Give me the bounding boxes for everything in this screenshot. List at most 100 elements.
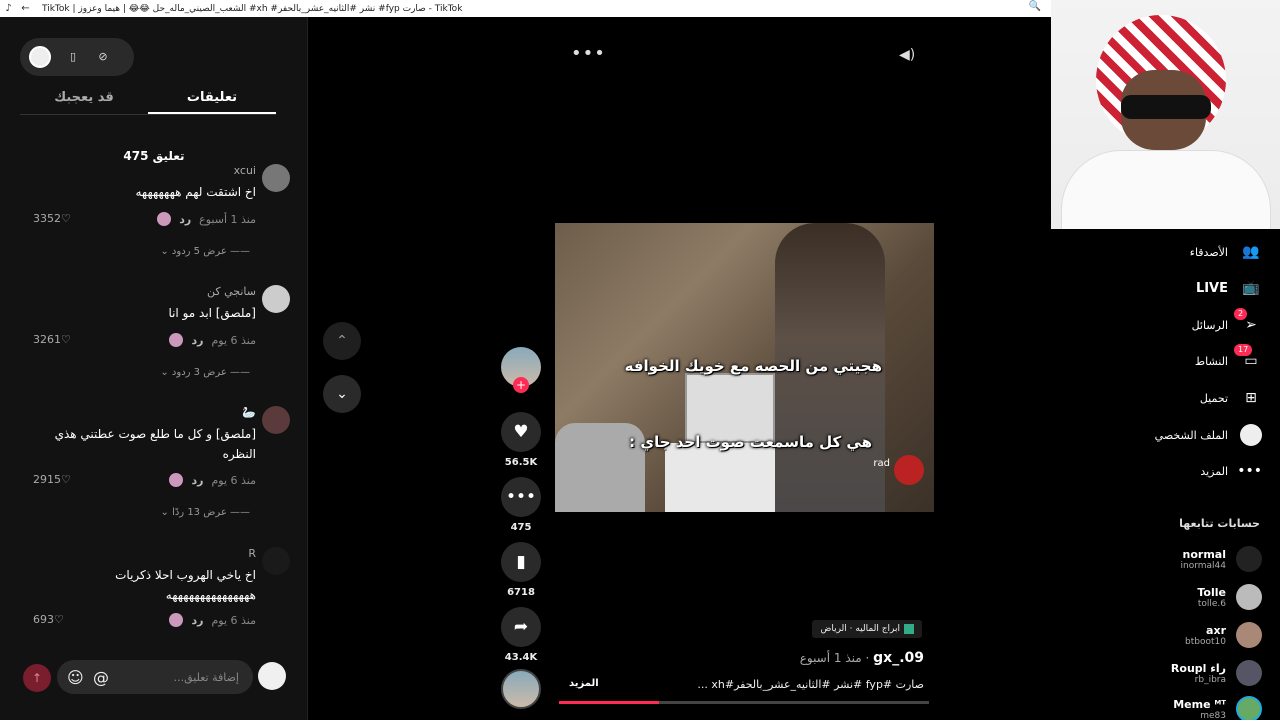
like-action[interactable]: ♥ 56.5K <box>500 412 542 468</box>
like-count[interactable]: 3352♡ <box>33 212 71 225</box>
previous-video-button[interactable]: ⌃ <box>323 322 361 360</box>
save-action[interactable]: ▮ 6718 <box>500 542 542 598</box>
location-tag[interactable]: ابراج الماليه · الرياض <box>812 620 922 638</box>
avatar[interactable] <box>262 406 290 434</box>
avatar[interactable] <box>262 285 290 313</box>
reply-button[interactable]: رد <box>191 334 203 347</box>
author-line: gx_.09 · منذ 1 أسبوع <box>800 647 924 666</box>
heart-outline-icon[interactable]: ♡ <box>61 333 71 346</box>
tiktok-logo-icon: ♪ <box>5 3 12 14</box>
sidebar-item-messages[interactable]: ➢ 2 الرسائل <box>1192 308 1262 338</box>
next-video-button[interactable]: ⌄ <box>323 375 361 413</box>
save-count: 6718 <box>507 587 535 598</box>
sidebar-item-label: المزيد <box>1200 464 1228 478</box>
comment-likes: 2915 <box>33 473 61 486</box>
sidebar-item-label: الملف الشخصي <box>1154 428 1228 442</box>
volume-icon[interactable]: ◀) <box>899 47 915 63</box>
follow-plus-icon[interactable]: + <box>513 377 529 393</box>
account-handle: btboot10 <box>1185 636 1226 647</box>
like-count[interactable]: 2915♡ <box>33 473 71 486</box>
author-username[interactable]: gx_.09 <box>873 650 924 666</box>
comment-username[interactable]: 🦢 <box>242 406 256 419</box>
heart-outline-icon[interactable]: ♡ <box>61 473 71 486</box>
page-title: TikTok | الشعب_الصيني_ماله_حل 😂😂 | هيما … <box>42 3 462 14</box>
bookmark-icon[interactable]: ▮ <box>501 542 541 582</box>
like-count[interactable]: 3261♡ <box>33 333 71 346</box>
zoom-icon[interactable]: 🔍 <box>1029 1 1041 12</box>
account-name: Tolle <box>1197 585 1226 599</box>
video-progress-bar[interactable] <box>559 701 929 704</box>
comment-item: R اخ ياخي الهروب احلا ذكريات ههههههههههه… <box>20 547 290 637</box>
tab-comments[interactable]: تعليقات <box>148 85 276 114</box>
reply-button[interactable]: رد <box>191 614 203 627</box>
heart-outline-icon[interactable]: ♡ <box>54 613 64 626</box>
compass-icon[interactable]: ⊘ <box>95 49 111 65</box>
comment-input[interactable]: إضافة تعليق... @ ☺ <box>57 660 253 694</box>
view-replies-label: عرض 3 ردود <box>171 367 227 378</box>
more-link[interactable]: المزيد <box>569 678 599 689</box>
browser-title-bar: ♪ ← TikTok | الشعب_الصيني_ماله_حل 😂😂 | ه… <box>0 0 1051 17</box>
view-switcher: ▯ ⊘ <box>20 38 134 76</box>
sidebar-item-upload[interactable]: ⊞ تحميل <box>1200 385 1262 411</box>
sidebar-item-label: LIVE <box>1195 280 1228 296</box>
creator-liked-avatar <box>169 613 184 627</box>
reply-button[interactable]: رد <box>179 213 191 226</box>
comment-text: اخ اشتقت لهم هههههههه <box>135 185 256 199</box>
back-arrow-icon[interactable]: ← <box>17 0 34 17</box>
emoji-icon[interactable]: ☺ <box>67 668 84 687</box>
view-replies-label: عرض 13 ردًا <box>172 507 227 518</box>
share-action[interactable]: ➦ 43.4K <box>500 607 542 663</box>
view-replies-button[interactable]: —— عرض 3 ردود ⌄ <box>160 367 250 378</box>
video-overlay-name: rad <box>873 458 890 469</box>
tab-you-may-like[interactable]: قد يعجبك <box>20 85 148 114</box>
avatar <box>1236 660 1262 686</box>
avatar[interactable] <box>262 164 290 192</box>
comment-username[interactable]: سانجي كن <box>207 285 256 298</box>
live-icon: 📺 <box>1242 280 1260 296</box>
sidebar-item-live[interactable]: 📺 LIVE <box>1196 275 1262 301</box>
avatar[interactable] <box>262 547 290 575</box>
location-label: ابراج الماليه · الرياض <box>820 624 900 634</box>
mention-icon[interactable]: @ <box>93 668 109 687</box>
comment-meta: منذ 6 يوم رد <box>169 333 256 347</box>
following-account[interactable]: normal inormal44 <box>1181 545 1262 573</box>
view-replies-button[interactable]: —— عرض 5 ردود ⌄ <box>160 246 250 257</box>
heart-outline-icon[interactable]: ♡ <box>61 212 71 225</box>
comment-action[interactable]: ••• 475 <box>500 477 542 533</box>
following-account[interactable]: axr btboot10 <box>1185 621 1262 649</box>
comment-username[interactable]: R <box>248 547 256 560</box>
heart-icon[interactable]: ♥ <box>501 412 541 452</box>
sidebar-item-profile[interactable]: الملف الشخصي <box>1155 422 1262 448</box>
comment-likes: 693 <box>33 613 54 626</box>
video-description: صارت #fyp #نشر #الثانيه_عشر_بالحفر#xh ..… <box>697 678 924 691</box>
following-account[interactable]: Tolle tolle.6 <box>1197 583 1262 611</box>
comment-bubble-icon[interactable]: ••• <box>501 477 541 517</box>
account-handle: me83 <box>1200 710 1226 720</box>
comment-item: 🦢 [ملصق] و كل ما طلع صوت عطتني هذي النظر… <box>20 406 290 536</box>
like-count[interactable]: 693♡ <box>33 613 64 626</box>
sidebar-item-activity[interactable]: ▭ 17 النشاط <box>1195 344 1262 374</box>
video-player[interactable]: هجيتي من الحصه مع خويك الخوافه هي كل ماس… <box>555 223 934 512</box>
sidebar-item-more[interactable]: ••• المزيد <box>1200 458 1262 484</box>
music-disc-icon[interactable] <box>501 669 541 709</box>
share-arrow-icon[interactable]: ➦ <box>501 607 541 647</box>
following-account[interactable]: Meme ᴹᵀ me83 <box>1173 695 1262 720</box>
comment-text: [ملصق] ابد مو انا <box>168 306 256 320</box>
comment-username[interactable]: xcui <box>234 164 256 177</box>
phone-icon[interactable]: ▯ <box>65 49 81 65</box>
send-button[interactable]: ↑ <box>23 664 51 692</box>
account-name: normal <box>1182 547 1226 561</box>
following-account[interactable]: Roupl راء rb_ibra <box>1171 659 1262 687</box>
sidebar-item-friends[interactable]: 👥 الأصدقاء <box>1190 239 1262 265</box>
more-icon: ••• <box>1237 463 1262 479</box>
view-replies-label: عرض 5 ردود <box>171 246 227 257</box>
view-replies-button[interactable]: —— عرض 13 ردًا ⌄ <box>161 507 251 518</box>
comment-time: منذ 1 أسبوع <box>199 212 256 226</box>
account-handle: rb_ibra <box>1194 674 1226 685</box>
reply-button[interactable]: رد <box>191 474 203 487</box>
more-options-icon[interactable]: ••• <box>571 43 606 64</box>
avatar[interactable] <box>29 46 51 68</box>
creator-liked-avatar <box>169 473 184 487</box>
video-frame-fridge <box>665 443 775 512</box>
avatar[interactable] <box>258 662 286 690</box>
